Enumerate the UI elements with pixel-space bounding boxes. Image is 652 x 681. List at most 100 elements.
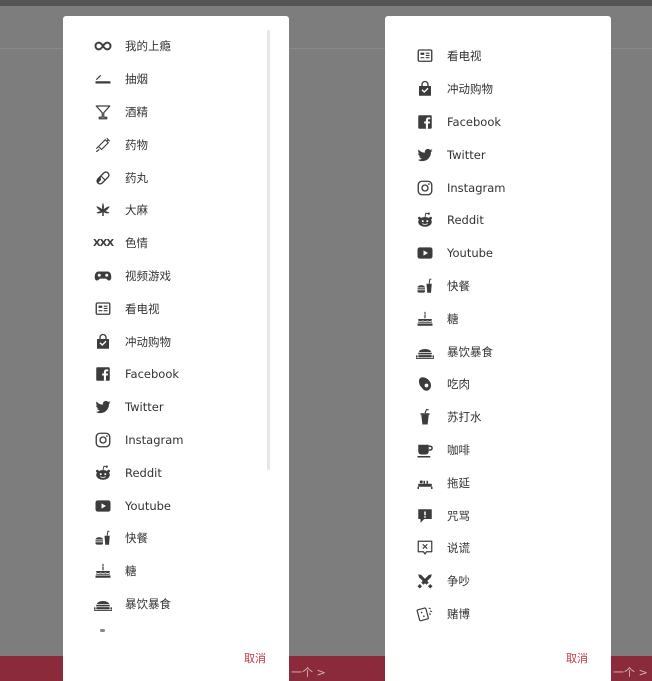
list-item[interactable]: 药丸 [63, 161, 289, 194]
list-item-label: Instagram [447, 180, 506, 195]
list-item-label: Twitter [125, 400, 164, 415]
cannabis-leaf-icon [94, 201, 112, 219]
list-item-label: 苏打水 [447, 410, 482, 425]
icon-text: XXX [92, 237, 114, 249]
cake-icon [94, 562, 112, 580]
list-item-label: 暴饮暴食 [125, 596, 171, 611]
facebook-icon [416, 113, 434, 131]
list-item[interactable]: 咒骂 [385, 499, 611, 532]
list-item-label: 吃肉 [447, 377, 470, 392]
list-item[interactable]: Instagram [63, 424, 289, 457]
list-item-label: Reddit [125, 465, 162, 480]
list-item-label: 冲动购物 [447, 82, 493, 97]
list-item[interactable]: 糖 [63, 555, 289, 588]
list-item-label: 咖啡 [447, 442, 470, 457]
list-item[interactable]: Youtube [385, 237, 611, 270]
list-item[interactable]: 快餐 [63, 522, 289, 555]
fast-food-icon [416, 277, 434, 295]
list-item[interactable]: 吃肉 [385, 368, 611, 401]
list-item[interactable]: 药物 [63, 128, 289, 161]
list-item[interactable]: 抽烟 [63, 63, 289, 96]
addiction-list: 我的上瘾抽烟酒精药物药丸大麻 XXX 色情视频游戏看电视冲动购物 Facebook Tw… [63, 30, 289, 620]
background-divider [0, 48, 63, 49]
list-item[interactable]: 说谎 [385, 532, 611, 565]
list-item[interactable]: 咖啡 [385, 434, 611, 467]
youtube-icon [94, 497, 112, 515]
list-item[interactable]: Reddit [385, 204, 611, 237]
list-item[interactable]: 糖 [385, 302, 611, 335]
instagram-icon [94, 431, 112, 449]
twitter-icon [94, 398, 112, 416]
list-item[interactable]: Facebook [385, 106, 611, 139]
background-next-link: 一个 > [613, 666, 648, 679]
list-item-label: 视频游戏 [125, 268, 171, 283]
list-item-label: 糖 [447, 311, 459, 326]
list-item[interactable]: 暴饮暴食 [63, 588, 289, 621]
list-item-label: 说谎 [447, 541, 470, 556]
shopping-bag-icon [416, 80, 434, 98]
binge-eating-icon [94, 595, 112, 613]
list-item[interactable]: 争吵 [385, 565, 611, 598]
list-item-label: 药丸 [125, 170, 148, 185]
list-item[interactable]: Twitter [385, 138, 611, 171]
list-item-label: 冲动购物 [125, 334, 171, 349]
soda-icon [416, 408, 434, 426]
list-item[interactable]: 拖延 [385, 466, 611, 499]
martini-glass-icon [94, 103, 112, 121]
addiction-picker-dialog-right: 看电视冲动购物 Facebook Twitter Instagram Reddit You… [385, 16, 611, 681]
list-item-label: 色情 [125, 236, 148, 251]
list-item[interactable]: Facebook [63, 358, 289, 391]
list-item[interactable]: 冲动购物 [385, 73, 611, 106]
list-item[interactable]: XXX 色情 [63, 227, 289, 260]
fast-food-icon [94, 529, 112, 547]
list-item[interactable]: 看电视 [63, 292, 289, 325]
list-item[interactable]: Instagram [385, 171, 611, 204]
swearing-icon [416, 507, 434, 525]
list-item[interactable]: 冲动购物 [63, 325, 289, 358]
background-divider [289, 48, 385, 49]
addiction-picker-dialog-left: 我的上瘾抽烟酒精药物药丸大麻 XXX 色情视频游戏看电视冲动购物 Facebook Tw… [63, 16, 289, 681]
list-item[interactable]: Twitter [63, 391, 289, 424]
list-item[interactable]: 我的上瘾 [63, 30, 289, 63]
list-item[interactable]: Youtube [63, 489, 289, 522]
shopping-bag-icon [94, 333, 112, 351]
background-next-link: 一个 > [291, 666, 326, 679]
cake-icon [416, 310, 434, 328]
facebook-icon [94, 365, 112, 383]
list-item[interactable]: 视频游戏 [63, 260, 289, 293]
xxx-icon: XXX [92, 234, 114, 252]
list-item-label: 酒精 [125, 104, 148, 119]
cancel-button[interactable]: 取消 [244, 650, 266, 666]
coffee-icon [416, 441, 434, 459]
tv-guide-icon [94, 300, 112, 318]
list-item[interactable]: 酒精 [63, 96, 289, 129]
cancel-button[interactable]: 取消 [566, 650, 588, 666]
list-item[interactable]: 赌博 [385, 598, 611, 631]
list-item[interactable]: Reddit [63, 456, 289, 489]
list-item-label: 抽烟 [125, 72, 148, 87]
list-item-label: Youtube [447, 246, 493, 261]
twitter-icon [416, 146, 434, 164]
list-item[interactable]: 快餐 [385, 270, 611, 303]
tv-guide-icon [416, 47, 434, 65]
list-item-label: Instagram [125, 432, 184, 447]
list-item-label: 拖延 [447, 475, 470, 490]
scrollbar[interactable] [267, 30, 270, 470]
gambling-icon [416, 605, 434, 623]
list-item[interactable]: 看电视 [385, 40, 611, 73]
list-item-label: Youtube [125, 498, 171, 513]
list-item-label: 暴饮暴食 [447, 344, 493, 359]
infinity-icon [94, 37, 112, 55]
list-item[interactable]: 大麻 [63, 194, 289, 227]
gamepad-icon [94, 267, 112, 285]
syringe-icon [94, 136, 112, 154]
fighting-icon [416, 572, 434, 590]
list-item-label: 看电视 [447, 49, 482, 64]
list-item[interactable]: 苏打水 [385, 401, 611, 434]
list-item-label: Twitter [447, 147, 486, 162]
partially-visible-item-icon [100, 629, 105, 632]
list-item[interactable]: 暴饮暴食 [385, 335, 611, 368]
list-item-label: Reddit [447, 213, 484, 228]
list-item-label: 药物 [125, 137, 148, 152]
instagram-icon [416, 179, 434, 197]
